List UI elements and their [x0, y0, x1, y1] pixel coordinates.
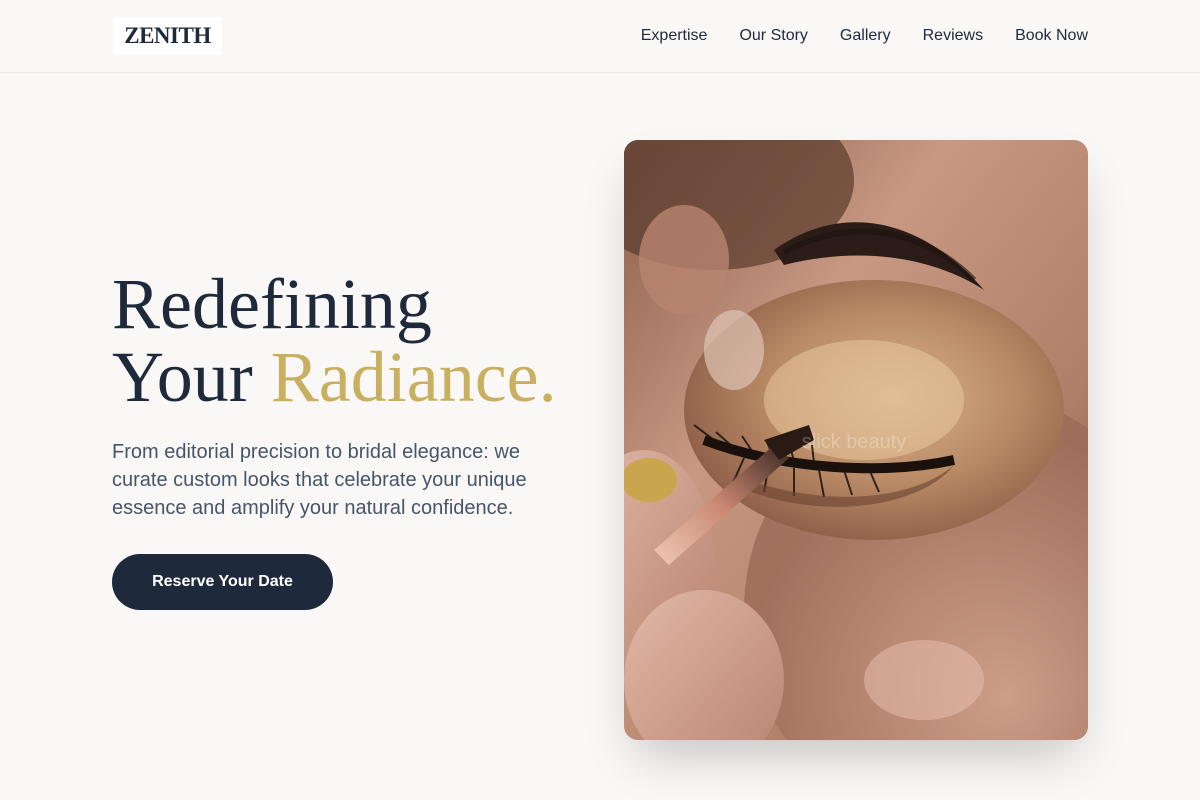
hero-title-accent: Radiance. [270, 337, 557, 417]
makeup-photo-illustration: slick beauty [624, 140, 1088, 740]
hero-title-line2: Your [112, 337, 271, 417]
nav-link-our-story[interactable]: Our Story [739, 24, 807, 48]
hero-title: Redefining Your Radiance. [112, 268, 592, 414]
nav-link-gallery[interactable]: Gallery [840, 24, 891, 48]
nav-link-reviews[interactable]: Reviews [923, 24, 983, 48]
image-watermark: slick beauty [802, 431, 907, 453]
nav-link-book-now[interactable]: Book Now [1015, 24, 1088, 48]
logo[interactable]: ZENITH [113, 17, 222, 55]
hero-title-line1: Redefining [112, 264, 432, 344]
site-header: ZENITH Expertise Our Story Gallery Revie… [0, 0, 1200, 73]
main-nav: Expertise Our Story Gallery Reviews Book… [641, 24, 1088, 48]
nav-link-expertise[interactable]: Expertise [641, 24, 708, 48]
reserve-date-button[interactable]: Reserve Your Date [112, 554, 333, 610]
hero-description: From editorial precision to bridal elega… [112, 441, 527, 519]
hero-image-makeup-closeup: slick beauty [624, 140, 1088, 740]
